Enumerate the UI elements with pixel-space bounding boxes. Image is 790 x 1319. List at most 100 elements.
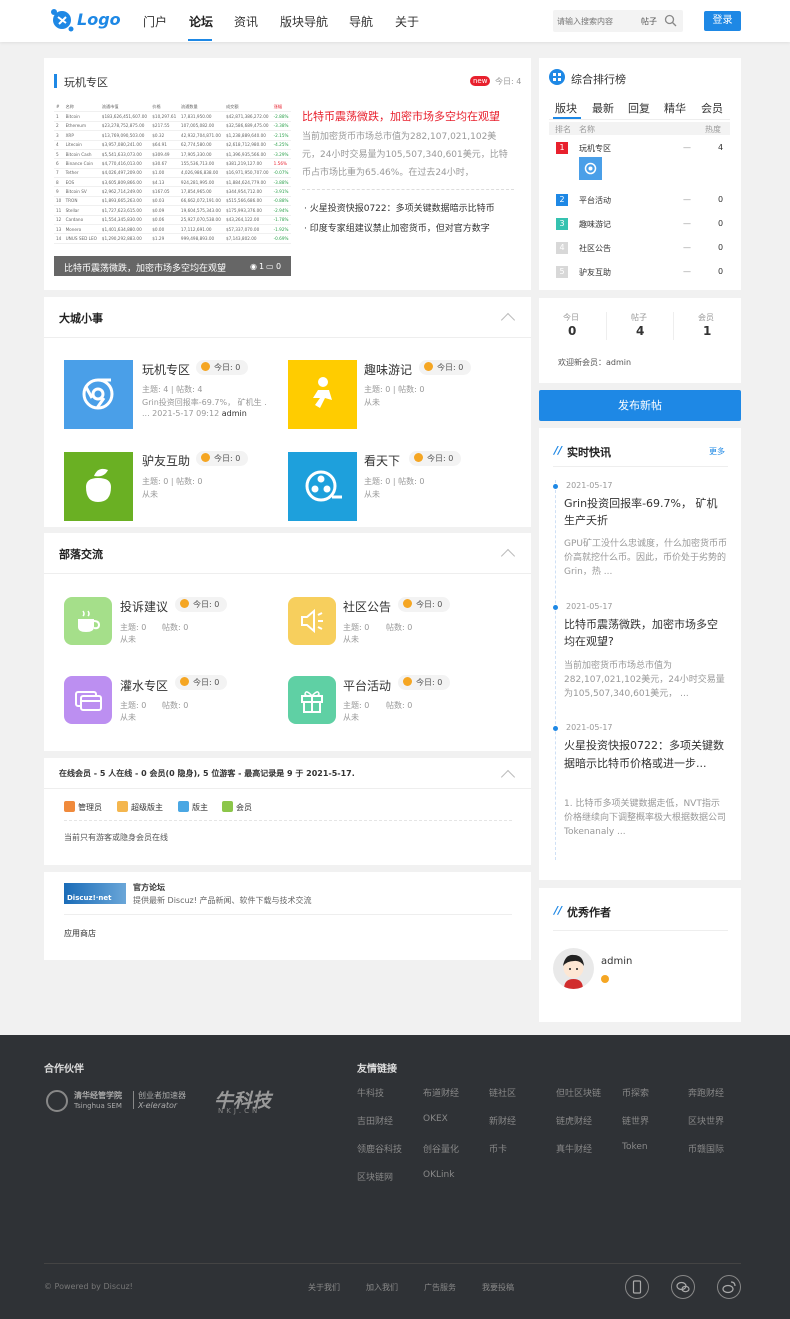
footer-link-ads[interactable]: 广告服务 — [424, 1282, 456, 1293]
ranking-tab-digest[interactable]: 精华 — [664, 100, 686, 116]
forum-last-user[interactable]: admin — [222, 409, 247, 418]
friend-link[interactable]: 币赣国际 — [688, 1142, 724, 1155]
news-more-link[interactable]: 更多 — [709, 446, 725, 457]
featured-headline[interactable]: 比特币震荡微跌，加密市场多空均在观望 — [302, 108, 500, 124]
footer-link-join[interactable]: 加入我们 — [366, 1282, 398, 1293]
friend-link[interactable]: 币探索 — [622, 1086, 649, 1099]
table-cell: $0.03 — [150, 196, 179, 207]
friend-link[interactable]: 吉田财经 — [357, 1114, 393, 1127]
footer-link-about[interactable]: 关于我们 — [308, 1282, 340, 1293]
featured-link-1[interactable]: · 火星投资快报0722：多项关键数据暗示比特币 — [304, 201, 514, 214]
friend-link[interactable]: 链虎财经 — [556, 1114, 592, 1127]
featured-link-2-text[interactable]: 印度专家组建议禁止加密货币，但对官方数字 — [310, 224, 490, 234]
forum-name[interactable]: 灌水专区 — [120, 677, 168, 694]
forum-name[interactable]: 看天下 — [364, 452, 400, 469]
search-type[interactable]: 帖子 — [641, 16, 657, 27]
friend-link[interactable]: 奔跑财经 — [688, 1086, 724, 1099]
footer-link-submit[interactable]: 我要投稿 — [482, 1282, 514, 1293]
ranking-tab-latest[interactable]: 最新 — [592, 100, 614, 116]
forum-name[interactable]: 投诉建议 — [120, 598, 168, 615]
forum-icon-chrome[interactable] — [64, 360, 133, 429]
friend-link[interactable]: 真牛财经 — [556, 1142, 592, 1155]
friend-link[interactable]: 区块链网 — [357, 1170, 393, 1183]
stat-value-today: 0 — [568, 324, 577, 338]
forum-name[interactable]: 平台活动 — [343, 677, 391, 694]
featured-link-1-text[interactable]: 火星投资快报0722：多项关键数据暗示比特币 — [310, 204, 495, 214]
post-new-button[interactable]: 发布新帖 — [539, 390, 741, 421]
section-marker — [54, 74, 57, 88]
news-headline[interactable]: 火星投资快报0722：多项关键数据暗示比特币价格或进一步... — [564, 737, 728, 773]
image-caption[interactable]: 比特币震荡微跌，加密市场多空均在观望 — [64, 261, 254, 274]
friend-link[interactable]: 但吐区块链 — [556, 1086, 601, 1099]
friend-link[interactable]: 链社区 — [489, 1086, 516, 1099]
friend-link[interactable]: 币卡 — [489, 1142, 507, 1155]
forum-icon-card[interactable] — [64, 676, 112, 724]
partner-name[interactable]: 清华经管学院 — [74, 1090, 122, 1101]
featured-image[interactable]: # 名称 流通市值 价格 流通数量 成交额 涨幅 1 Bitcoin $183,626,451,6… — [54, 96, 291, 276]
friend-link[interactable]: Token — [622, 1142, 648, 1152]
search-icon[interactable] — [664, 14, 677, 27]
search-input[interactable] — [557, 13, 637, 29]
nav-about[interactable]: 关于 — [395, 13, 419, 30]
forum-icon-bell[interactable] — [288, 360, 357, 429]
friend-link[interactable]: 新财经 — [489, 1114, 516, 1127]
friend-link[interactable]: 牛科技 — [357, 1086, 384, 1099]
nav-portal[interactable]: 门户 — [143, 13, 167, 30]
nav-forum[interactable]: 论坛 — [189, 13, 213, 30]
featured-link-2[interactable]: · 印度专家组建议禁止加密货币，但对官方数字 — [304, 221, 514, 234]
table-cell: 4 — [54, 140, 64, 150]
nav-news[interactable]: 资讯 — [234, 13, 258, 30]
ranking-tab-board[interactable]: 版块 — [555, 100, 577, 116]
friend-link[interactable]: 布道财经 — [423, 1086, 459, 1099]
partner-name[interactable]: 创业者加速器 — [138, 1090, 186, 1101]
rank-name[interactable]: 驴友互助 — [579, 267, 611, 278]
news-headline[interactable]: Grin投资回报率-69.7%， 矿机生产夭折 — [564, 495, 728, 529]
weibo-icon[interactable] — [717, 1275, 741, 1299]
app-store-link[interactable]: 应用商店 — [64, 928, 96, 939]
featured-summary: 当前加密货币市场总市值为282,107,021,102美元，24小时交易量为10… — [302, 132, 508, 178]
login-button[interactable]: 登录 — [704, 11, 741, 31]
forum-icon-coffee[interactable] — [64, 597, 112, 645]
friend-link[interactable]: 区块世界 — [688, 1114, 724, 1127]
friend-link[interactable]: OKEX — [423, 1114, 448, 1124]
discuz-logo[interactable]: Discuz!·net — [64, 883, 126, 904]
partner-name-en: Tsinghua SEM — [74, 1102, 122, 1110]
col-name: 名称 — [579, 125, 595, 134]
forum-name[interactable]: 驴友互助 — [142, 452, 190, 469]
author-name[interactable]: admin — [601, 956, 632, 967]
friend-link[interactable]: OKLink — [423, 1170, 454, 1180]
logo-text[interactable]: Logo — [77, 10, 121, 29]
speaker-icon — [301, 608, 323, 634]
rank-name[interactable]: 玩机专区 — [579, 143, 611, 154]
official-title[interactable]: 官方论坛 — [133, 882, 165, 893]
ranking-tab-member[interactable]: 会员 — [701, 100, 723, 116]
ranking-tab-reply[interactable]: 回复 — [628, 100, 650, 116]
forum-name[interactable]: 趣味游记 — [364, 361, 412, 378]
forum-icon-bag[interactable] — [64, 452, 133, 521]
forum-name[interactable]: 玩机专区 — [142, 361, 190, 378]
rank-name[interactable]: 趣味游记 — [579, 219, 611, 230]
forum-icon-gift[interactable] — [288, 676, 336, 724]
table-cell: $5,541,633,073.00 — [99, 149, 151, 160]
forum-name[interactable]: 社区公告 — [343, 598, 391, 615]
rank-thumb-chrome-icon[interactable] — [579, 157, 602, 180]
friend-link[interactable]: 链世界 — [622, 1114, 649, 1127]
nav-guide[interactable]: 导航 — [349, 13, 373, 30]
wechat-icon[interactable] — [671, 1275, 695, 1299]
forum-icon-speaker[interactable] — [288, 597, 336, 645]
nav-board-nav[interactable]: 版块导航 — [280, 13, 328, 30]
forum-icon-film[interactable] — [288, 452, 357, 521]
friend-link[interactable]: 创谷量化 — [423, 1142, 459, 1155]
forum-last-post[interactable]: Grin投资回报率-69.7%， 矿机生 ... — [142, 397, 267, 408]
table-cell: TRON — [63, 196, 100, 207]
avatar[interactable] — [553, 948, 594, 989]
search-box[interactable]: 帖子 — [553, 10, 683, 32]
mobile-icon[interactable] — [625, 1275, 649, 1299]
divider — [44, 788, 531, 789]
news-headline[interactable]: 比特币震荡微跌，加密市场多空均在观望? — [564, 616, 728, 650]
rank-name[interactable]: 社区公告 — [579, 243, 611, 254]
welcome-user[interactable]: admin — [606, 358, 631, 367]
friend-link[interactable]: 领鹿谷科技 — [357, 1142, 402, 1155]
rank-name[interactable]: 平台活动 — [579, 195, 611, 206]
featured-section-title[interactable]: 玩机专区 — [64, 74, 108, 90]
